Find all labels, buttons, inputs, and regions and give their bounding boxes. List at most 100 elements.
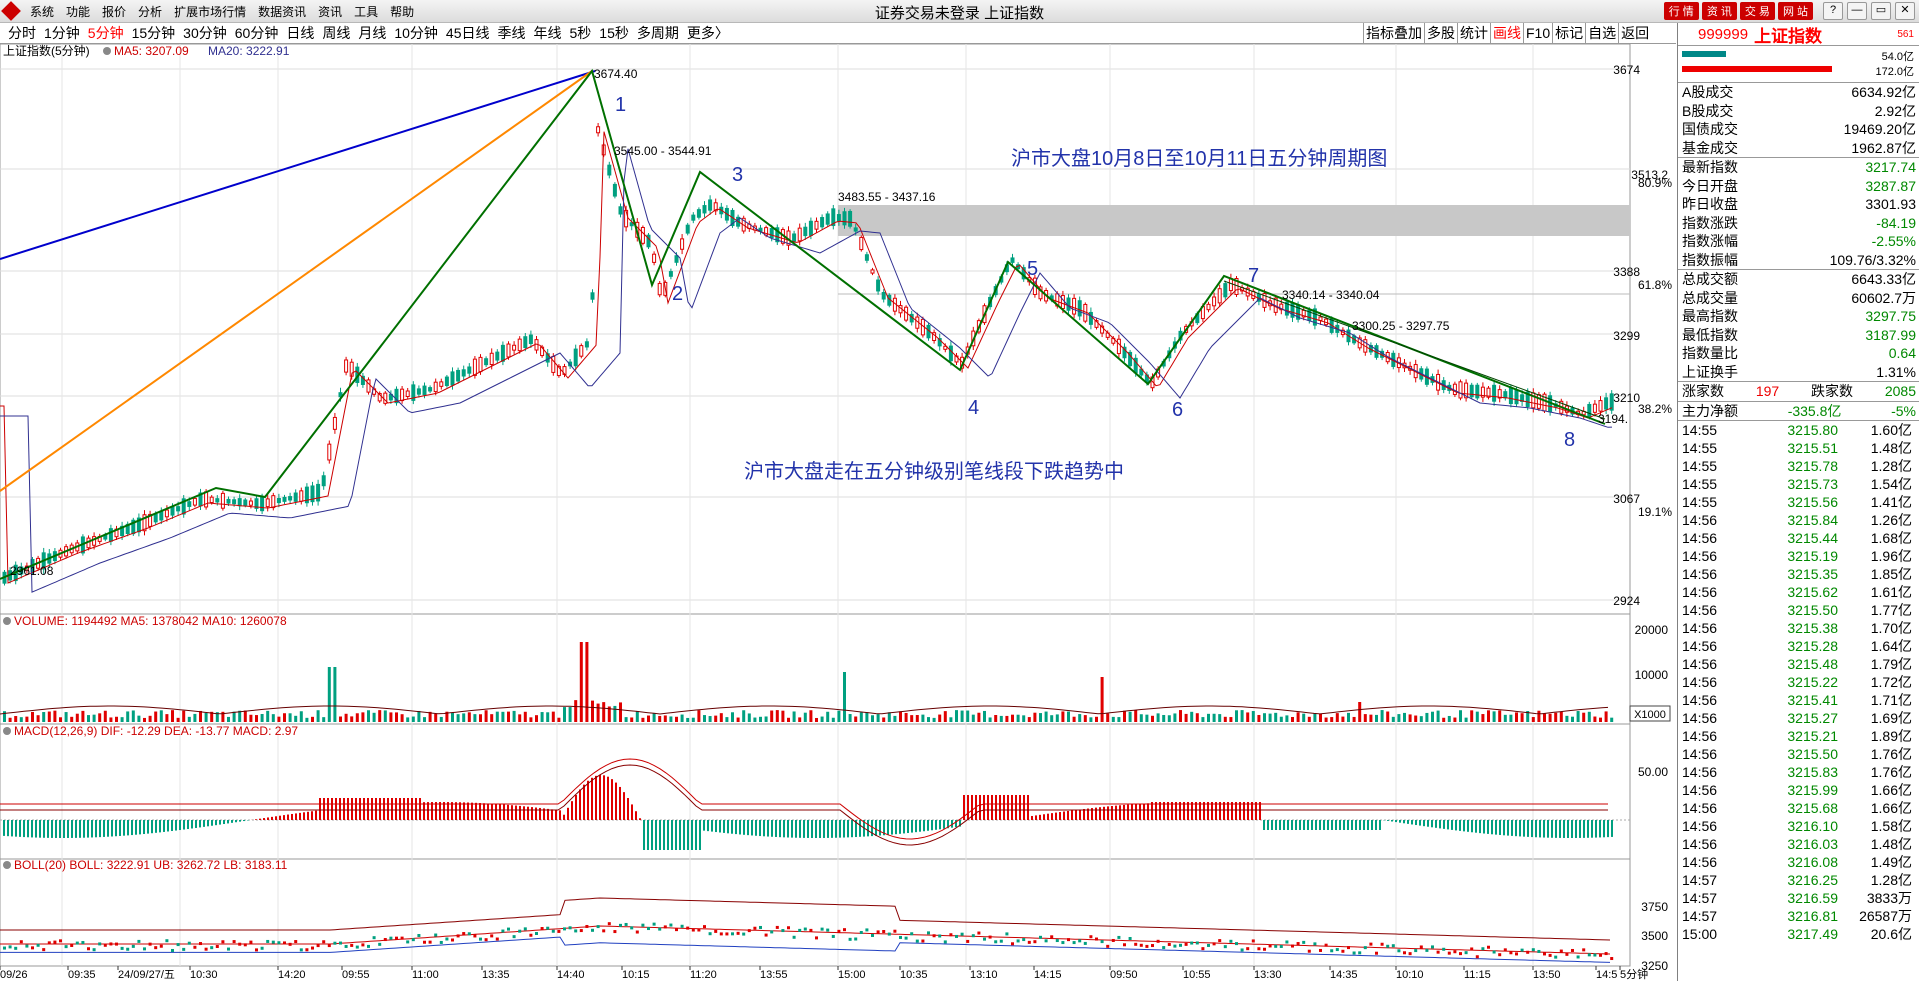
period-tab[interactable]: 15分钟 bbox=[132, 23, 176, 43]
macd-histogram-bar bbox=[671, 820, 673, 850]
boll-price-bar bbox=[288, 942, 292, 946]
boll-price-bar bbox=[81, 941, 85, 945]
minimize-icon[interactable]: — bbox=[1847, 2, 1867, 20]
volume-bar bbox=[1375, 714, 1378, 722]
macd-histogram-bar bbox=[1587, 820, 1589, 838]
flow-label[interactable]: 主力净额 bbox=[1682, 402, 1738, 421]
volume-header: VOLUME: 1194492 MA5: 1378042 MA10: 12600… bbox=[14, 614, 287, 628]
volume-bar bbox=[255, 715, 258, 722]
tool-mark[interactable]: 标记 bbox=[1552, 23, 1585, 43]
period-tab[interactable]: 分时 bbox=[8, 23, 36, 43]
window-controls: ? — ▭ ✕ bbox=[1823, 2, 1915, 20]
info-button[interactable]: 资 讯 bbox=[1701, 2, 1737, 20]
volume-bar bbox=[971, 714, 975, 722]
period-tab[interactable]: 年线 bbox=[533, 23, 561, 43]
macd-histogram-bar bbox=[1483, 820, 1485, 834]
stat-row: 最高指数 3297.75 bbox=[1678, 307, 1919, 326]
volume-bar bbox=[798, 717, 802, 722]
macd-toggle-icon[interactable] bbox=[3, 727, 11, 735]
volume-bar bbox=[1167, 715, 1171, 722]
macd-histogram-bar bbox=[1127, 804, 1129, 820]
macd-histogram-bar bbox=[387, 798, 389, 820]
tool-multi-stock[interactable]: 多股 bbox=[1424, 23, 1457, 43]
volume-bar bbox=[1095, 716, 1098, 722]
candle-body bbox=[405, 390, 410, 398]
volume-bar bbox=[143, 717, 146, 722]
macd-histogram-bar bbox=[331, 798, 333, 820]
volume-bar bbox=[1599, 717, 1602, 722]
tick-row: 14:56 3215.99 1.66亿 bbox=[1678, 781, 1919, 799]
tool-indicator-overlay[interactable]: 指标叠加 bbox=[1363, 23, 1424, 43]
tool-f10[interactable]: F10 bbox=[1523, 23, 1552, 43]
macd-histogram-bar bbox=[103, 820, 105, 837]
boll-price-bar bbox=[568, 926, 572, 930]
time-axis-label: 14:40 bbox=[557, 969, 585, 981]
period-tab[interactable]: 30分钟 bbox=[183, 23, 227, 43]
macd-histogram-bar bbox=[1567, 820, 1569, 838]
boll-lower-line bbox=[0, 936, 1611, 963]
period-tab[interactable]: 季线 bbox=[497, 23, 525, 43]
volume-bar bbox=[109, 717, 113, 722]
website-button[interactable]: 网 站 bbox=[1777, 2, 1813, 20]
macd-histogram-bar bbox=[943, 820, 945, 829]
macd-histogram-bar bbox=[639, 818, 641, 820]
period-tab[interactable]: 10分钟 bbox=[394, 23, 438, 43]
flow-pct: -5% bbox=[1891, 402, 1916, 419]
chart-area[interactable]: 上证指数(5分钟) MA5: 3207.09 MA20: 3222.91 VOL… bbox=[0, 44, 1676, 981]
tool-statistics[interactable]: 统计 bbox=[1457, 23, 1490, 43]
macd-histogram-bar bbox=[611, 779, 613, 820]
period-tab[interactable]: 5分钟 bbox=[88, 23, 124, 43]
macd-histogram-bar bbox=[851, 820, 853, 838]
indicator-toggle-icon[interactable] bbox=[103, 47, 111, 55]
y-axis-label: 3388 bbox=[1613, 265, 1640, 279]
boll-price-bar bbox=[1470, 947, 1474, 951]
period-tab[interactable]: 5秒 bbox=[569, 23, 591, 43]
trade-button[interactable]: 交 易 bbox=[1739, 2, 1775, 20]
boll-price-bar bbox=[378, 942, 382, 946]
macd-histogram-bar bbox=[271, 816, 273, 820]
macd-histogram-bar bbox=[1299, 820, 1301, 830]
macd-histogram-bar bbox=[711, 820, 713, 832]
tick-volume: 1.71亿 bbox=[1870, 692, 1912, 708]
maximize-icon[interactable]: ▭ bbox=[1871, 2, 1891, 20]
tool-draw-line[interactable]: 画线 bbox=[1490, 23, 1523, 43]
macd-histogram-bar bbox=[1287, 820, 1289, 830]
period-tab[interactable]: 更多〉 bbox=[687, 23, 729, 43]
volume-bar bbox=[305, 717, 309, 722]
boll-price-bar bbox=[1520, 948, 1524, 952]
quote-button[interactable]: 行 情 bbox=[1663, 2, 1699, 20]
candle-body bbox=[881, 291, 886, 300]
period-tab[interactable]: 日线 bbox=[286, 23, 314, 43]
period-tab[interactable]: 45日线 bbox=[446, 23, 490, 43]
macd-histogram-bar bbox=[1119, 805, 1121, 820]
close-icon[interactable]: ✕ bbox=[1895, 2, 1915, 20]
period-tab[interactable]: 15秒 bbox=[599, 23, 629, 43]
tool-back[interactable]: 返回 bbox=[1618, 23, 1651, 43]
volume-bar bbox=[1515, 712, 1518, 722]
macd-header: MACD(12,26,9) DIF: -12.29 DEA: -13.77 MA… bbox=[14, 724, 298, 738]
tick-time: 14:57 bbox=[1682, 872, 1718, 888]
candle-body bbox=[1587, 403, 1592, 418]
boll-price-bar bbox=[417, 934, 421, 938]
macd-histogram-bar bbox=[1315, 820, 1317, 830]
tick-list[interactable]: 14:55 3215.80 1.60亿 14:55 3215.51 1.48亿 14:55 3… bbox=[1678, 420, 1919, 943]
help-icon[interactable]: ? bbox=[1823, 2, 1843, 20]
boll-price-bar bbox=[787, 926, 790, 930]
volume-bar bbox=[92, 714, 96, 722]
volume-bar bbox=[47, 711, 51, 722]
volume-toggle-icon[interactable] bbox=[3, 617, 11, 625]
period-tab[interactable]: 周线 bbox=[322, 23, 350, 43]
candle-body bbox=[876, 279, 881, 292]
period-tab[interactable]: 月线 bbox=[358, 23, 386, 43]
candle-body bbox=[708, 199, 713, 211]
tool-watchlist[interactable]: 自选 bbox=[1585, 23, 1618, 43]
period-tab[interactable]: 多周期 bbox=[637, 23, 679, 43]
candle-body bbox=[332, 416, 337, 430]
boll-toggle-icon[interactable] bbox=[3, 861, 11, 869]
macd-histogram-bar bbox=[1407, 820, 1409, 824]
macd-histogram-bar bbox=[991, 795, 993, 820]
macd-histogram-bar bbox=[1075, 809, 1077, 820]
period-tab[interactable]: 1分钟 bbox=[44, 23, 80, 43]
candle-body bbox=[517, 338, 522, 352]
period-tab[interactable]: 60分钟 bbox=[235, 23, 279, 43]
